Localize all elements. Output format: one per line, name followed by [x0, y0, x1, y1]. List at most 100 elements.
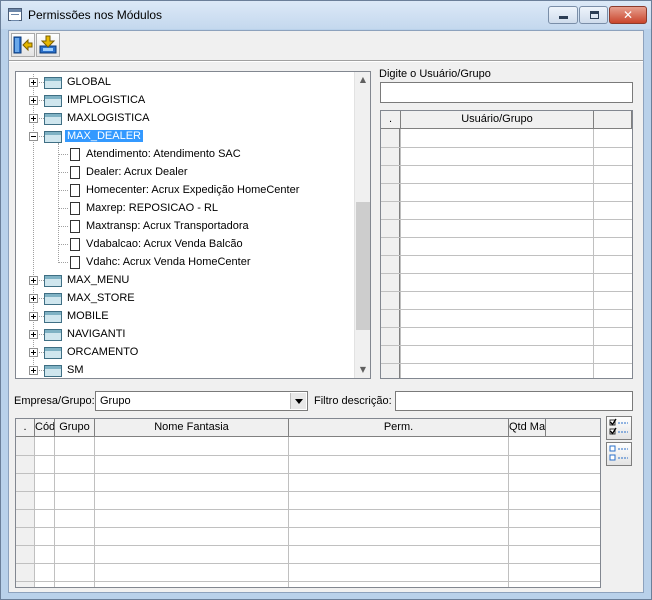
tree-connector	[58, 190, 68, 191]
perm-grid-header: .CódigoGrupoNome FantasiaPerm.Qtd Max In…	[16, 419, 600, 437]
document-icon	[70, 220, 80, 233]
check-all-button[interactable]	[606, 416, 632, 440]
grid-line	[16, 527, 600, 528]
perm-grid-column-header[interactable]: Código	[35, 419, 55, 437]
module-folder-icon	[44, 365, 62, 377]
user-search-label: Digite o Usuário/Grupo	[379, 68, 491, 80]
tree-connector	[58, 208, 68, 209]
minimize-button[interactable]	[548, 6, 578, 24]
grid-line	[381, 291, 632, 292]
user-grid[interactable]: . Usuário/Grupo	[380, 110, 633, 379]
perm-grid-column-header[interactable]: Nome Fantasia	[95, 419, 289, 437]
expand-icon[interactable]	[29, 348, 38, 357]
grid-line	[593, 111, 594, 378]
user-grid-column-header[interactable]: .	[381, 111, 401, 129]
tree-node-label: GLOBAL	[67, 76, 112, 88]
grid-line	[381, 363, 632, 364]
perm-grid-column-header[interactable]: Perm.	[289, 419, 509, 437]
tree-node-module[interactable]: MAX_STORE	[16, 290, 354, 308]
tree-node-program[interactable]: Maxrep: REPOSICAO - RL	[16, 200, 354, 218]
tree-node-module[interactable]: NAVIGANTI	[16, 326, 354, 344]
chevron-down-icon[interactable]	[290, 393, 306, 409]
module-folder-icon	[44, 347, 62, 359]
tree-node-program[interactable]: Atendimento: Atendimento SAC	[16, 146, 354, 164]
window-title: Permissões nos Módulos	[28, 8, 163, 22]
tree-connector	[58, 244, 68, 245]
expand-icon[interactable]	[29, 294, 38, 303]
expand-icon[interactable]	[29, 78, 38, 87]
empresa-label: Empresa/Grupo:	[14, 395, 95, 407]
tree-node-module[interactable]: SM	[16, 362, 354, 378]
grid-line	[16, 581, 600, 582]
tree-node-label: IMPLOGISTICA	[67, 94, 146, 106]
tree-node-program[interactable]: Maxtransp: Acrux Transportadora	[16, 218, 354, 236]
grid-line	[16, 563, 600, 564]
tree-connector	[58, 226, 68, 227]
tree-scrollbar[interactable]: ▲ ▼	[354, 72, 370, 378]
tree-node-label: ORCAMENTO	[67, 346, 139, 358]
exit-button[interactable]	[11, 33, 35, 57]
tree-node-module[interactable]: MAX_MENU	[16, 272, 354, 290]
expand-icon[interactable]	[29, 114, 38, 123]
tree-node-label: Vdahc: Acrux Venda HomeCenter	[86, 256, 251, 268]
grid-line	[16, 455, 600, 456]
grid-line	[16, 491, 600, 492]
user-grid-indicator-column	[381, 111, 400, 378]
expand-icon[interactable]	[29, 276, 38, 285]
modules-tree[interactable]: ▲ ▼ GLOBAL IMPLOGISTICA MAXLOGISTICA MAX_DE…	[15, 71, 371, 379]
user-search-input[interactable]	[380, 82, 633, 103]
perm-grid-column-header[interactable]: Grupo	[55, 419, 95, 437]
tree-connector	[58, 154, 68, 155]
tree-node-program[interactable]: Dealer: Acrux Dealer	[16, 164, 354, 182]
tree-node-module[interactable]: MOBILE	[16, 308, 354, 326]
expand-icon[interactable]	[29, 330, 38, 339]
empresa-combo[interactable]: Grupo	[95, 391, 308, 411]
unchecked-list-icon	[609, 445, 628, 461]
grid-line	[381, 219, 632, 220]
tree-node-module[interactable]: ORCAMENTO	[16, 344, 354, 362]
exit-door-icon	[13, 36, 33, 54]
grid-line	[381, 255, 632, 256]
scroll-down-icon[interactable]: ▼	[355, 362, 370, 378]
permissions-grid[interactable]: .CódigoGrupoNome FantasiaPerm.Qtd Max In…	[15, 418, 601, 588]
tree-node-program[interactable]: Vdabalcao: Acrux Venda Balcão	[16, 236, 354, 254]
tree-node-label: SM	[67, 364, 84, 376]
app-window-icon[interactable]	[8, 8, 22, 21]
tree-node-program[interactable]: Homecenter: Acrux Expedição HomeCenter	[16, 182, 354, 200]
user-grid-column-header[interactable]: Usuário/Grupo	[401, 111, 594, 129]
maximize-button[interactable]	[579, 6, 608, 24]
expand-icon[interactable]	[29, 96, 38, 105]
uncheck-all-button[interactable]	[606, 442, 632, 466]
tree-node-program[interactable]: Vdahc: Acrux Venda HomeCenter	[16, 254, 354, 272]
save-button[interactable]	[36, 33, 60, 57]
maximize-icon	[590, 11, 599, 19]
module-folder-icon	[44, 95, 62, 107]
document-icon	[70, 238, 80, 251]
tree-node-label: MAX_DEALER	[65, 130, 143, 142]
close-icon: ✕	[622, 8, 634, 22]
perm-grid-column-header[interactable]: .	[16, 419, 35, 437]
tree-connector	[58, 172, 68, 173]
close-button[interactable]: ✕	[609, 6, 647, 24]
grid-line	[381, 237, 632, 238]
tree-node-module[interactable]: GLOBAL	[16, 74, 354, 92]
collapse-icon[interactable]	[29, 132, 38, 141]
grid-line	[381, 309, 632, 310]
perm-grid-column-header[interactable]: Qtd Max Inst	[509, 419, 546, 437]
tree-node-module[interactable]: MAXLOGISTICA	[16, 110, 354, 128]
scroll-up-icon[interactable]: ▲	[355, 72, 370, 88]
grid-line	[16, 545, 600, 546]
document-icon	[70, 202, 80, 215]
document-icon	[70, 256, 80, 269]
user-grid-column-header[interactable]	[594, 111, 632, 129]
grid-line	[16, 509, 600, 510]
expand-icon[interactable]	[29, 366, 38, 375]
tree-node-module[interactable]: MAX_DEALER	[16, 128, 354, 146]
scrollbar-thumb[interactable]	[356, 202, 370, 330]
tree-node-module[interactable]: IMPLOGISTICA	[16, 92, 354, 110]
title-bar[interactable]: Permissões nos Módulos ✕	[1, 1, 651, 29]
tree-node-label: Maxrep: REPOSICAO - RL	[86, 202, 219, 214]
descricao-filter-input[interactable]	[395, 391, 633, 411]
minimize-icon	[559, 16, 568, 19]
expand-icon[interactable]	[29, 312, 38, 321]
